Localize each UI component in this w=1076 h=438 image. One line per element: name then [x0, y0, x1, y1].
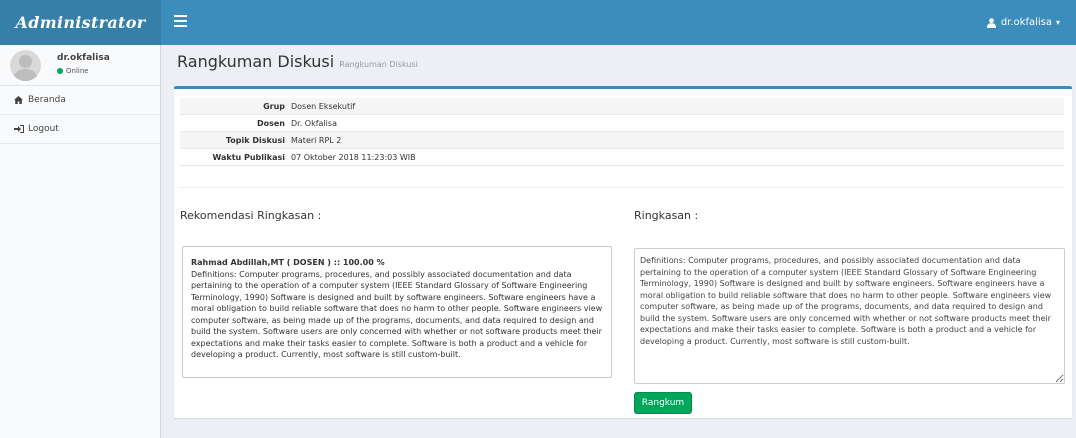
home-icon: [14, 96, 28, 104]
user-status-label: Online: [66, 67, 89, 75]
summary-textarea[interactable]: Definitions: Computer programs, procedur…: [634, 248, 1065, 384]
table-row: Grup Dosen Eksekutif: [180, 98, 1064, 115]
info-value: 07 Oktober 2018 11:23:03 WIB: [291, 152, 416, 162]
user-panel: dr.okfalisa Online: [0, 45, 160, 86]
recommendation-author-score: Rahmad Abdillah,MT ( DOSEN ) :: 100.00 %: [191, 258, 385, 267]
sidebar-toggle-icon[interactable]: [174, 15, 187, 27]
rangkum-button[interactable]: Rangkum: [634, 392, 692, 414]
brand-logo[interactable]: Administrator: [0, 0, 161, 45]
sidebar-item-logout[interactable]: Logout: [0, 115, 160, 144]
recommendation-box: Rahmad Abdillah,MT ( DOSEN ) :: 100.00 %…: [182, 246, 612, 378]
info-key: Grup: [263, 101, 285, 111]
info-key: Waktu Publikasi: [212, 152, 285, 162]
user-icon: [986, 17, 996, 28]
user-menu-label: dr.okfalisa: [1000, 17, 1052, 28]
summary-heading: Ringkasan :: [634, 209, 699, 222]
top-navbar: Administrator dr.okfalisa ▾: [0, 0, 1076, 45]
sidebar-item-beranda[interactable]: Beranda: [0, 86, 160, 115]
info-value: Dr. Okfalisa: [291, 118, 337, 128]
caret-down-icon: ▾: [1055, 18, 1060, 27]
info-value: Materi RPL 2: [291, 135, 342, 145]
online-status-icon: [57, 68, 63, 74]
sidebar: dr.okfalisa Online Beranda Logout: [0, 45, 161, 438]
table-row: Waktu Publikasi 07 Oktober 2018 11:23:03…: [180, 149, 1064, 166]
content-header: Rangkuman Diskusi Rangkuman Diskusi: [177, 52, 418, 71]
recommendation-heading: Rekomendasi Ringkasan :: [180, 209, 322, 222]
discussion-summary-box: Grup Dosen Eksekutif Dosen Dr. Okfalisa …: [174, 86, 1072, 418]
table-row: Dosen Dr. Okfalisa: [180, 115, 1064, 132]
logout-icon: [14, 125, 28, 133]
sidebar-item-label: Beranda: [28, 95, 66, 105]
avatar: [10, 50, 41, 81]
info-key: Topik Diskusi: [225, 135, 285, 145]
page-subtitle: Rangkuman Diskusi: [339, 60, 418, 69]
sidebar-user-name: dr.okfalisa: [57, 53, 110, 63]
user-menu-dropdown[interactable]: dr.okfalisa ▾: [986, 0, 1060, 45]
table-row: Topik Diskusi Materi RPL 2: [180, 132, 1064, 149]
info-key: Dosen: [256, 118, 285, 128]
divider: [180, 187, 1064, 188]
sidebar-item-label: Logout: [28, 124, 59, 134]
page-title: Rangkuman Diskusi: [177, 52, 335, 71]
info-value: Dosen Eksekutif: [291, 101, 356, 111]
recommendation-text: Definitions: Computer programs, procedur…: [191, 269, 603, 360]
user-status: Online: [57, 67, 89, 75]
discussion-info-table: Grup Dosen Eksekutif Dosen Dr. Okfalisa …: [180, 98, 1064, 166]
